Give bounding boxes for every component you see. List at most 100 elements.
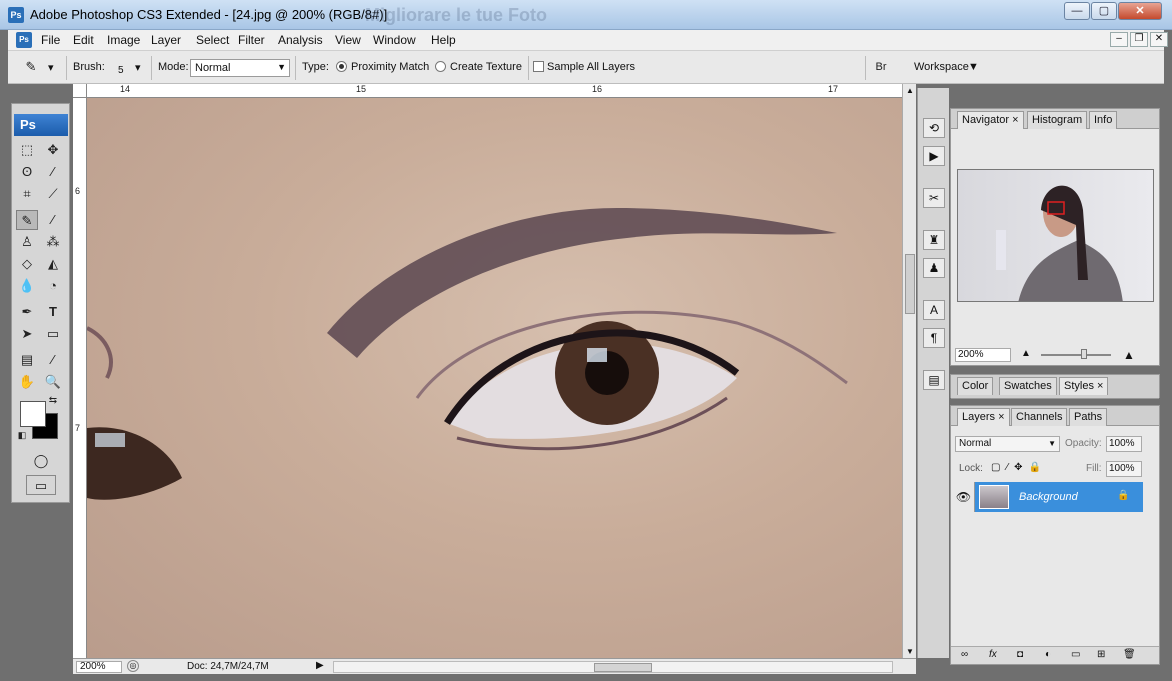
history-brush-tool-icon[interactable]: ⁂ <box>42 232 64 252</box>
healing-brush-icon[interactable]: ✎ <box>20 57 42 77</box>
tab-layers[interactable]: Layers × <box>957 408 1010 426</box>
tab-histogram[interactable]: Histogram <box>1027 111 1088 129</box>
tab-styles[interactable]: Styles × <box>1059 377 1109 395</box>
magic-wand-tool-icon[interactable]: ⁄ <box>42 162 64 182</box>
menu-view[interactable]: View <box>332 32 364 48</box>
screen-mode-icon[interactable]: ▭ <box>26 475 56 495</box>
brushes-panel-icon[interactable]: ♜ <box>923 230 945 250</box>
vertical-ruler[interactable]: 6 7 <box>73 98 87 658</box>
tab-swatches[interactable]: Swatches <box>999 377 1057 395</box>
workspace-arrow-icon[interactable]: ▼ <box>968 61 979 73</box>
maximize-button[interactable]: ▢ <box>1091 2 1117 20</box>
proximity-match-radio[interactable] <box>336 61 347 72</box>
tool-preset-arrow-icon[interactable]: ▾ <box>48 61 54 74</box>
menu-layer[interactable]: Layer <box>148 32 184 48</box>
shape-tool-icon[interactable]: ▭ <box>42 324 64 344</box>
horizontal-scrollbar[interactable] <box>333 661 893 673</box>
slice-tool-icon[interactable]: ⟋ <box>42 184 64 204</box>
tab-navigator[interactable]: Navigator × <box>957 111 1024 129</box>
new-group-icon[interactable]: ▭ <box>1071 649 1080 660</box>
healing-brush-tool-icon[interactable]: ✎ <box>16 210 38 230</box>
status-info-icon[interactable]: ◎ <box>127 660 139 672</box>
layer-comps-icon[interactable]: ▤ <box>923 370 945 390</box>
zoom-in-icon[interactable]: ▲ <box>1123 348 1135 362</box>
paragraph-panel-icon[interactable]: ¶ <box>923 328 945 348</box>
document-canvas[interactable] <box>87 98 902 658</box>
eyedropper-tool-icon[interactable]: ⁄ <box>42 350 64 370</box>
visibility-eye-icon[interactable]: 👁 <box>953 482 975 512</box>
lasso-tool-icon[interactable]: ʘ <box>16 162 38 182</box>
menu-analysis[interactable]: Analysis <box>275 32 326 48</box>
zoom-out-icon[interactable]: ▲ <box>1021 348 1031 359</box>
add-mask-icon[interactable]: ◘ <box>1017 649 1023 660</box>
scroll-down-icon[interactable]: ▼ <box>906 647 914 656</box>
menu-edit[interactable]: Edit <box>70 32 97 48</box>
menu-window[interactable]: Window <box>370 32 419 48</box>
zoom-field[interactable]: 200% <box>76 661 122 673</box>
zoom-tool-icon[interactable]: 🔍 <box>42 372 64 392</box>
crop-tool-icon[interactable]: ⌗ <box>16 184 38 204</box>
close-button[interactable]: ✕ <box>1118 2 1162 20</box>
tab-info[interactable]: Info <box>1089 111 1118 129</box>
hand-tool-icon[interactable]: ✋ <box>16 372 38 392</box>
doc-minimize-button[interactable]: – <box>1110 32 1128 47</box>
menu-help[interactable]: Help <box>428 32 459 48</box>
move-tool-icon[interactable]: ✥ <box>42 140 64 160</box>
menu-select[interactable]: Select <box>193 32 232 48</box>
actions-panel-icon[interactable]: ▶ <box>923 146 945 166</box>
vertical-scroll-thumb[interactable] <box>905 254 915 314</box>
blur-tool-icon[interactable]: 💧 <box>16 276 38 296</box>
default-colors-icon[interactable]: ◧ <box>15 428 29 442</box>
eraser-tool-icon[interactable]: ◇ <box>16 254 38 274</box>
create-texture-radio[interactable] <box>435 61 446 72</box>
zoom-slider-handle[interactable] <box>1081 349 1087 359</box>
scroll-up-icon[interactable]: ▲ <box>906 86 914 95</box>
marquee-tool-icon[interactable]: ⬚ <box>16 140 38 160</box>
layer-style-icon[interactable]: fx <box>989 649 997 660</box>
opacity-field[interactable]: 100% <box>1106 436 1142 452</box>
new-layer-icon[interactable]: ⊞ <box>1097 649 1105 660</box>
tab-channels[interactable]: Channels <box>1011 408 1068 426</box>
foreground-color-swatch[interactable] <box>20 401 46 427</box>
minimize-button[interactable]: — <box>1064 2 1090 20</box>
history-panel-icon[interactable]: ⟲ <box>923 118 945 138</box>
layer-name[interactable]: Background <box>1019 491 1078 503</box>
tab-color[interactable]: Color <box>957 377 994 395</box>
brush-size[interactable]: 5 <box>118 65 124 76</box>
tool-presets-icon[interactable]: ✂ <box>923 188 945 208</box>
brush-picker-arrow-icon[interactable]: ▾ <box>135 61 141 74</box>
navigator-zoom-field[interactable]: 200% <box>955 348 1011 362</box>
adjustment-layer-icon[interactable]: ◐ <box>1045 649 1051 660</box>
menu-filter[interactable]: Filter <box>235 32 268 48</box>
horizontal-scroll-thumb[interactable] <box>594 663 652 672</box>
clone-stamp-tool-icon[interactable]: ♙ <box>16 232 38 252</box>
status-menu-arrow-icon[interactable]: ▶ <box>316 660 324 671</box>
delete-layer-icon[interactable]: 🗑 <box>1123 649 1136 660</box>
notes-tool-icon[interactable]: ▤ <box>16 350 38 370</box>
blend-mode-dropdown[interactable]: Normal ▼ <box>955 436 1060 452</box>
character-panel-icon[interactable]: A <box>923 300 945 320</box>
quick-mask-icon[interactable]: ◯ <box>30 451 52 471</box>
doc-restore-button[interactable]: ❐ <box>1130 32 1148 47</box>
path-selection-tool-icon[interactable]: ➤ <box>16 324 38 344</box>
ruler-corner[interactable] <box>73 84 87 98</box>
horizontal-ruler[interactable]: 14 15 16 17 <box>87 84 902 98</box>
sample-all-layers-checkbox[interactable] <box>533 61 544 72</box>
link-layers-icon[interactable]: ∞ <box>961 649 968 660</box>
doc-close-button[interactable]: ✕ <box>1150 32 1168 47</box>
mode-dropdown[interactable]: Normal ▼ <box>190 59 290 77</box>
swap-colors-icon[interactable]: ⇆ <box>46 394 60 408</box>
type-tool-icon[interactable]: T <box>42 302 64 322</box>
tab-paths[interactable]: Paths <box>1069 408 1108 426</box>
pen-tool-icon[interactable]: ✒ <box>16 302 38 322</box>
bridge-icon[interactable]: Br <box>870 57 892 77</box>
dodge-tool-icon[interactable]: ◔ <box>42 276 64 296</box>
navigator-preview[interactable] <box>957 169 1154 302</box>
menu-file[interactable]: File <box>38 32 63 48</box>
menu-image[interactable]: Image <box>104 32 143 48</box>
fill-field[interactable]: 100% <box>1106 461 1142 477</box>
lock-icons[interactable]: ▢⁄✥🔒 <box>991 462 1047 473</box>
brush-tool-icon[interactable]: ∕ <box>42 210 64 230</box>
vertical-scrollbar[interactable]: ▲ ▼ <box>902 84 916 658</box>
zoom-slider[interactable] <box>1041 354 1111 356</box>
